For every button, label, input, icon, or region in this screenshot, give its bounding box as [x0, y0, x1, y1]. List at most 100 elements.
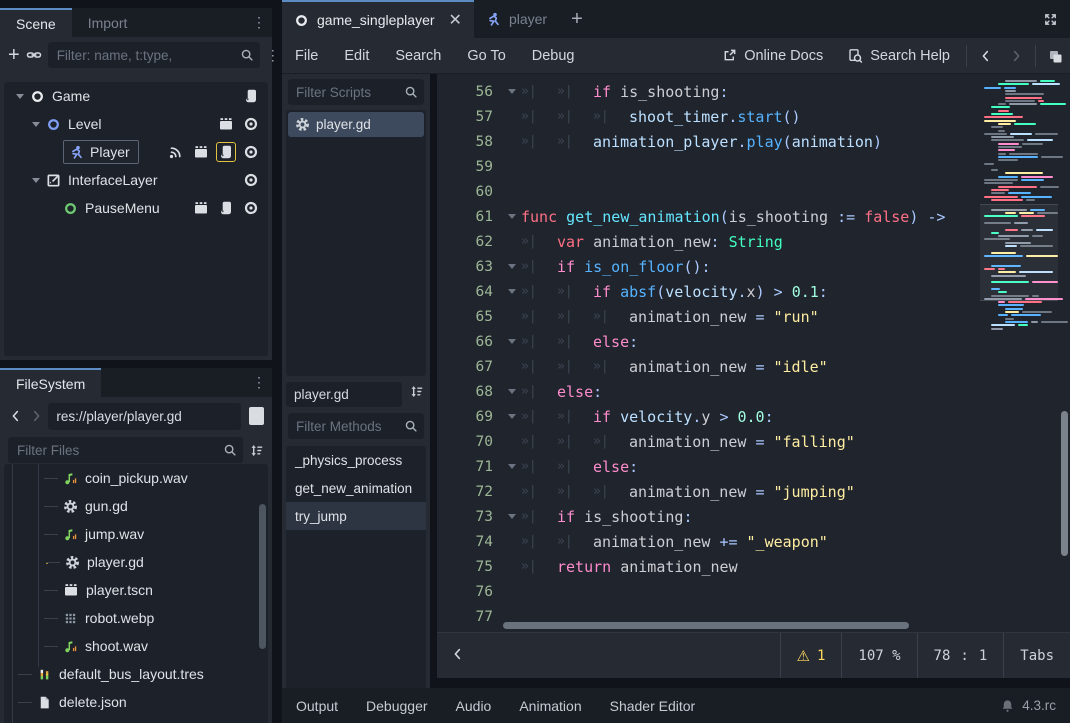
visibility-toggle-eye-icon[interactable] — [241, 114, 261, 134]
saved-scene-icon[interactable] — [216, 114, 236, 134]
fold-arrow-icon[interactable] — [508, 389, 516, 394]
code-line-67[interactable]: 67 »|»|»|animation_new = "idle" — [437, 354, 1070, 379]
file-sort-icon[interactable] — [249, 443, 264, 458]
horizontal-scrollbar-thumb[interactable] — [503, 622, 909, 629]
expand-chevron-icon[interactable] — [32, 178, 40, 183]
current-script-field[interactable]: player.gd — [286, 382, 402, 407]
search-help-button[interactable]: Search Help — [835, 38, 962, 73]
code-line-56[interactable]: 56 »|»|if is_shooting: — [437, 79, 1070, 104]
attached-script-icon[interactable] — [216, 142, 236, 162]
code-line-59[interactable]: 59 — [437, 154, 1070, 179]
scene-dock-menu-icon[interactable]: ⋮ — [246, 8, 272, 37]
scene-tree-row-player[interactable]: Player — [4, 138, 268, 166]
saved-scene-icon[interactable] — [191, 198, 211, 218]
zoom-indicator[interactable]: 107 % — [841, 633, 916, 678]
scene-filter-input[interactable] — [48, 42, 260, 68]
bottom-panel-animation[interactable]: Animation — [505, 688, 595, 723]
float-panel-icon[interactable] — [1040, 38, 1070, 73]
history-forward-button[interactable] — [28, 404, 44, 428]
collapse-panel-button[interactable] — [437, 647, 479, 664]
code-line-72[interactable]: 72 »|»|»|animation_new = "jumping" — [437, 479, 1070, 504]
method-sort-icon[interactable] — [409, 384, 424, 399]
scene-tree-row-pausemenu[interactable]: PauseMenu — [4, 194, 268, 222]
fold-arrow-icon[interactable] — [508, 264, 516, 269]
code-line-73[interactable]: 73 »|if is_shooting: — [437, 504, 1070, 529]
fold-arrow-icon[interactable] — [508, 414, 516, 419]
file-row-gun.gd[interactable]: gun.gd — [4, 492, 268, 520]
visibility-toggle-eye-icon[interactable] — [241, 198, 261, 218]
script-item-player.gd[interactable]: player.gd — [288, 112, 424, 137]
bottom-panel-output[interactable]: Output — [296, 688, 352, 723]
code-line-74[interactable]: 74 »|»|animation_new += "_weapon" — [437, 529, 1070, 554]
method-item-_physics_process[interactable]: _physics_process — [286, 446, 426, 474]
code-line-71[interactable]: 71 »|»|else: — [437, 454, 1070, 479]
method-item-get_new_animation[interactable]: get_new_animation — [286, 474, 426, 502]
visibility-toggle-eye-icon[interactable] — [241, 170, 261, 190]
fold-arrow-icon[interactable] — [508, 464, 516, 469]
distraction-free-mode-button[interactable] — [1031, 0, 1070, 38]
method-item-try_jump[interactable]: try_jump — [286, 502, 426, 530]
vertical-scrollbar-thumb[interactable] — [1061, 411, 1068, 556]
file-row-delete.json[interactable]: delete.json — [4, 688, 268, 716]
tab-filesystem[interactable]: FileSystem — [0, 368, 101, 397]
visibility-toggle-eye-icon[interactable] — [241, 142, 261, 162]
tab-import[interactable]: Import — [72, 8, 144, 37]
attached-script-icon[interactable] — [241, 86, 261, 106]
file-row-coin_pickup.wav[interactable]: coin_pickup.wav — [4, 464, 268, 492]
attached-script-icon[interactable] — [216, 198, 236, 218]
code-line-61[interactable]: 61 func get_new_animation(is_shooting :=… — [437, 204, 1070, 229]
history-back-button[interactable] — [8, 404, 24, 428]
node-rename-field[interactable]: Player — [63, 140, 139, 164]
scene-tree-row-level[interactable]: Level — [4, 110, 268, 138]
file-filter-input[interactable] — [8, 437, 243, 463]
code-minimap[interactable] — [980, 74, 1058, 632]
code-line-68[interactable]: 68 »|else: — [437, 379, 1070, 404]
code-line-76[interactable]: 76 — [437, 579, 1070, 604]
scene-tab-player[interactable]: player — [474, 0, 559, 38]
code-line-66[interactable]: 66 »|»|else: — [437, 329, 1070, 354]
code-line-69[interactable]: 69 »|»|if velocity.y > 0.0: — [437, 404, 1070, 429]
code-line-57[interactable]: 57 »|»|»|shoot_timer.start() — [437, 104, 1070, 129]
code-area[interactable]: 56 »|»|if is_shooting: 57 »|»|»|shoot_ti… — [437, 74, 1070, 632]
online-docs-button[interactable]: Online Docs — [710, 38, 835, 73]
file-row-default_bus_layout.tres[interactable]: default_bus_layout.tres — [4, 660, 268, 688]
fold-arrow-icon[interactable] — [508, 214, 516, 219]
menu-go-to[interactable]: Go To — [454, 38, 518, 73]
bottom-panel-audio[interactable]: Audio — [442, 688, 506, 723]
tab-scene[interactable]: Scene — [0, 8, 72, 37]
file-row-player.tscn[interactable]: player.tscn — [4, 576, 268, 604]
toggle-split-mode-button[interactable] — [249, 407, 264, 425]
expand-chevron-icon[interactable] — [16, 94, 24, 99]
filesystem-menu-icon[interactable]: ⋮ — [246, 368, 272, 397]
menu-edit[interactable]: Edit — [331, 38, 382, 73]
saved-scene-icon[interactable] — [191, 142, 211, 162]
bottom-panel-shader-editor[interactable]: Shader Editor — [596, 688, 710, 723]
scene-tree-menu-icon[interactable]: ⋮ — [266, 47, 280, 64]
signal-connection-icon[interactable] — [166, 142, 186, 162]
fold-arrow-icon[interactable] — [508, 339, 516, 344]
code-line-64[interactable]: 64 »|»|if absf(velocity.x) > 0.1: — [437, 279, 1070, 304]
script-forward-button[interactable] — [1001, 38, 1031, 73]
notification-bell-icon[interactable] — [1000, 698, 1015, 713]
code-line-58[interactable]: 58 »|»|animation_player.play(animation) — [437, 129, 1070, 154]
file-row-robot.webp[interactable]: robot.webp — [4, 604, 268, 632]
scene-tab-game_singleplayer[interactable]: game_singleplayer✕ — [282, 0, 474, 38]
code-line-63[interactable]: 63 »|if is_on_floor(): — [437, 254, 1070, 279]
warnings-indicator[interactable]: ⚠ 1 — [780, 633, 842, 678]
file-tree-scrollbar[interactable] — [259, 504, 266, 649]
bottom-panel-debugger[interactable]: Debugger — [352, 688, 442, 723]
instance-scene-button[interactable] — [26, 43, 42, 67]
close-tab-icon[interactable]: ✕ — [449, 10, 462, 30]
code-line-75[interactable]: 75 »|return animation_new — [437, 554, 1070, 579]
menu-file[interactable]: File — [282, 38, 331, 73]
file-row-jump.wav[interactable]: jump.wav — [4, 520, 268, 548]
file-row-shoot.wav[interactable]: shoot.wav — [4, 632, 268, 660]
fold-arrow-icon[interactable] — [508, 289, 516, 294]
horizontal-scrollbar[interactable] — [503, 622, 975, 630]
resource-path-field[interactable] — [48, 403, 241, 430]
code-line-65[interactable]: 65 »|»|»|animation_new = "run" — [437, 304, 1070, 329]
new-scene-tab-button[interactable]: + — [559, 0, 595, 38]
menu-search[interactable]: Search — [382, 38, 454, 73]
menu-debug[interactable]: Debug — [519, 38, 588, 73]
fold-arrow-icon[interactable] — [508, 89, 516, 94]
